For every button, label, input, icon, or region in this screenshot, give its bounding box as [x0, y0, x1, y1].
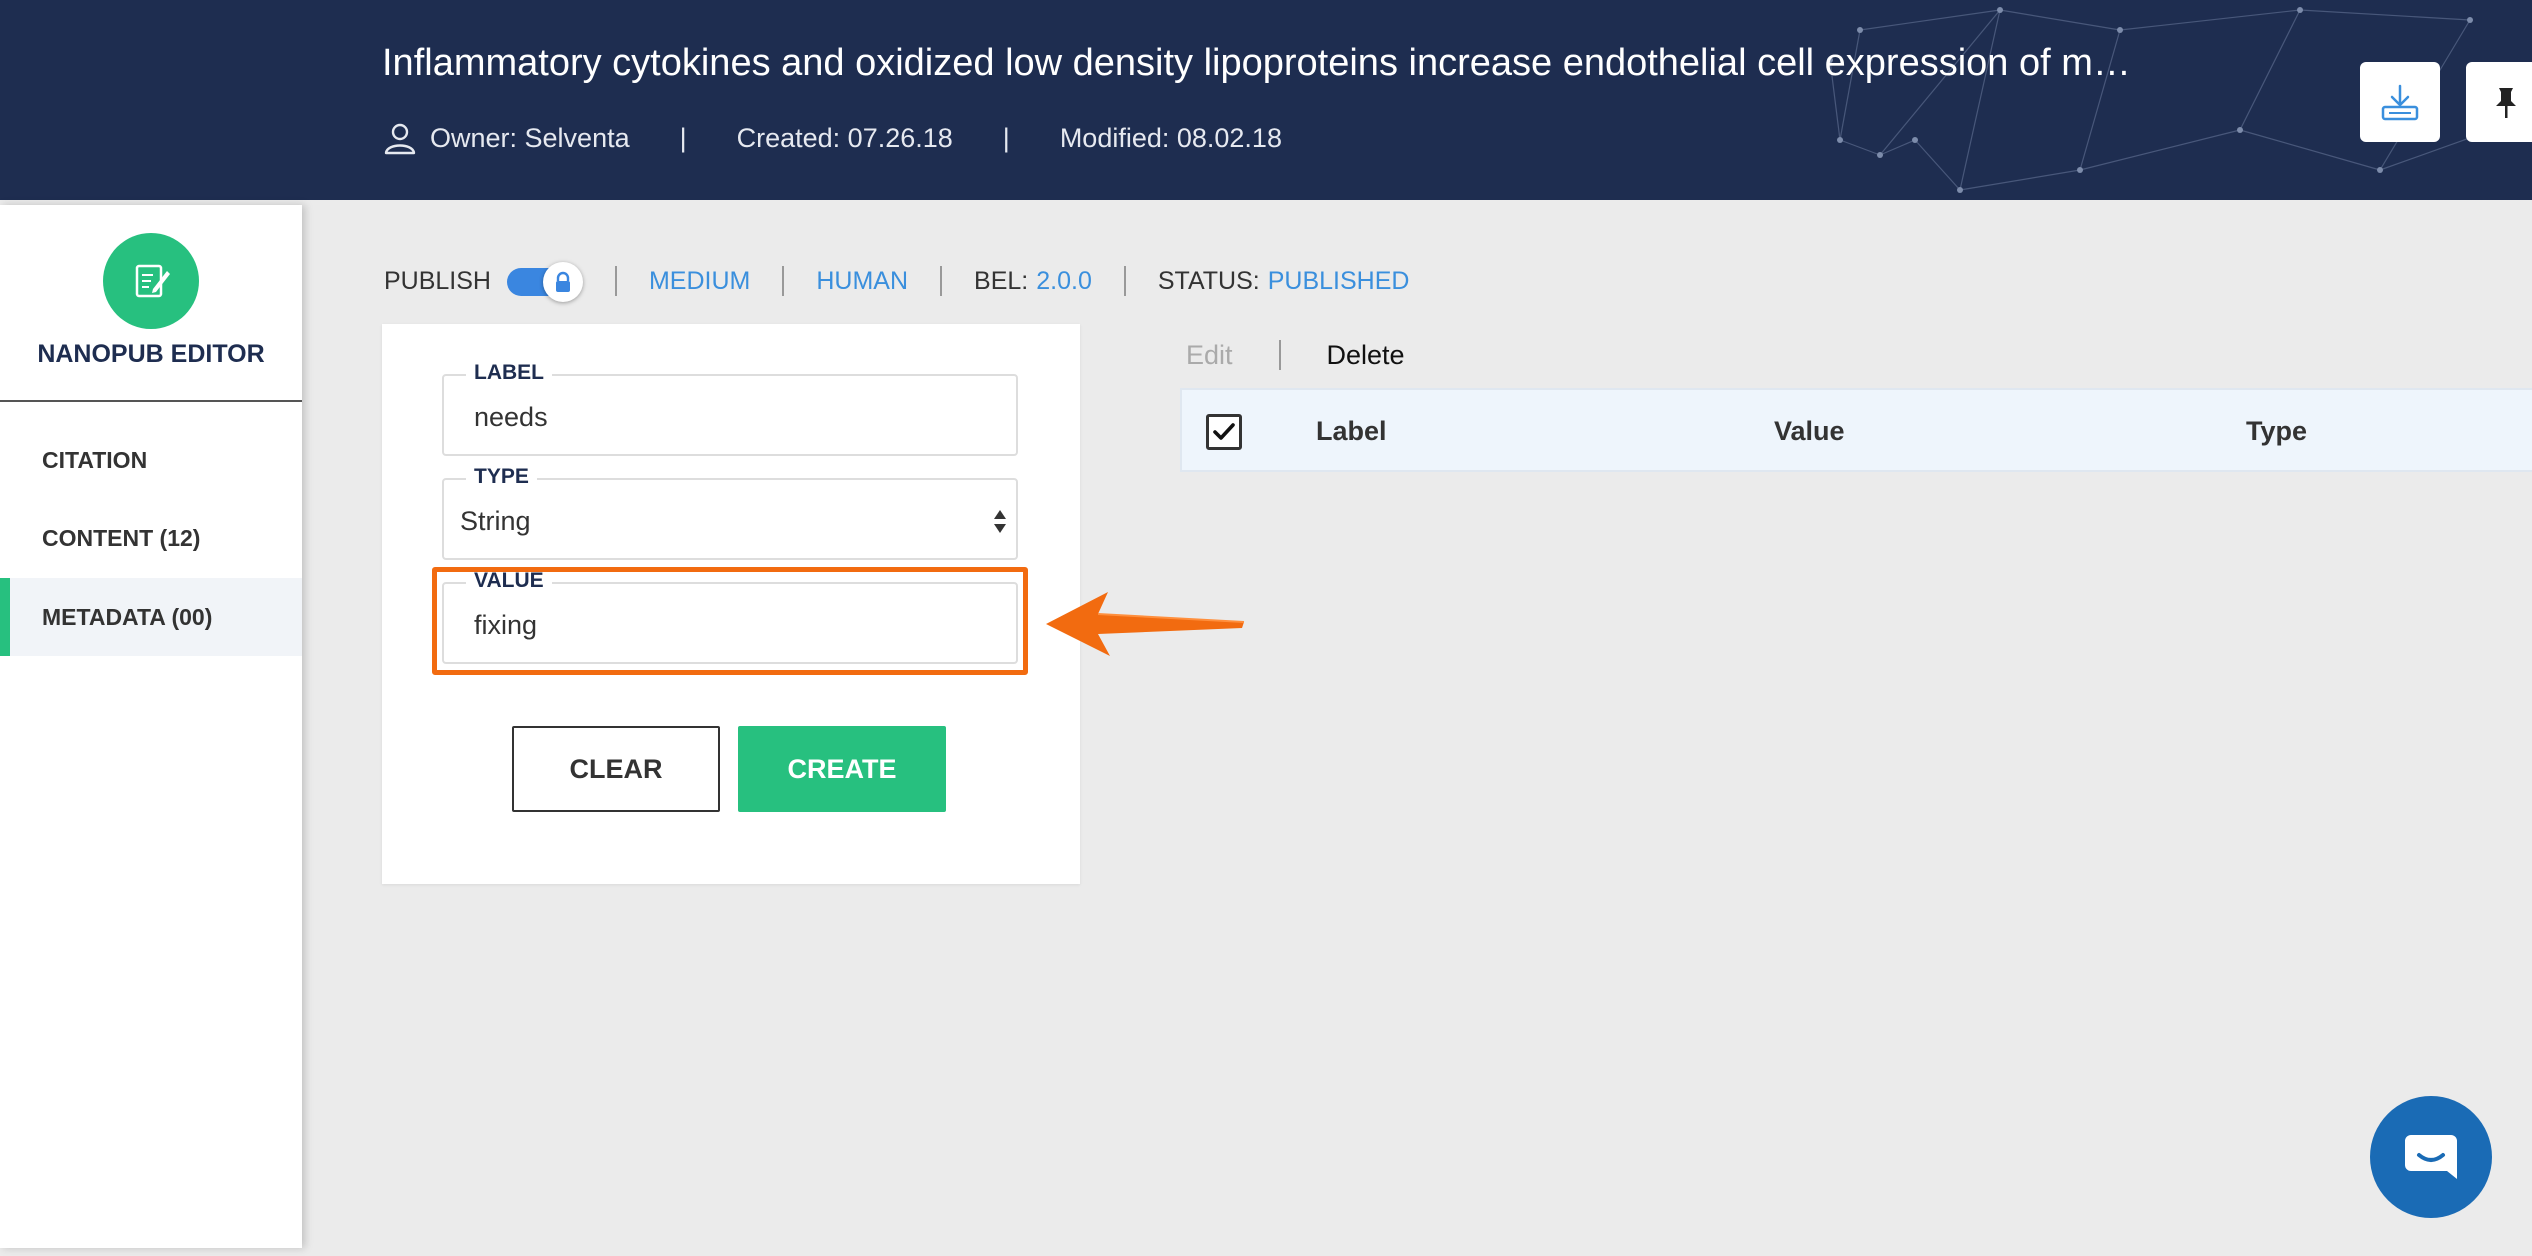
- nanopub-editor-logo: [103, 233, 199, 329]
- toolbar-separator: [940, 266, 943, 296]
- toggle-knob: [542, 262, 583, 302]
- download-button[interactable]: [2360, 62, 2440, 142]
- meta-separator: |: [679, 122, 687, 153]
- column-header-label[interactable]: Label: [1316, 416, 1387, 447]
- sidebar-item-metadata[interactable]: METADATA (00): [0, 578, 302, 656]
- toolbar-separator: [1123, 266, 1126, 296]
- edit-document-icon: [135, 264, 170, 298]
- medium-link[interactable]: MEDIUM: [649, 267, 750, 296]
- pin-icon: [2496, 88, 2516, 118]
- created-date: Created: 07.26.18: [736, 122, 953, 153]
- edit-button[interactable]: Edit: [1186, 340, 1233, 371]
- metadata-table-header: Label Value Type: [1180, 388, 2532, 472]
- sidebar-divider: [0, 400, 302, 402]
- pin-button[interactable]: [2466, 62, 2532, 142]
- metadata-form-card: LABEL needs TYPE String VALUE fixing CLE…: [382, 324, 1080, 884]
- sidebar-title: NANOPUB EDITOR: [37, 340, 265, 368]
- type-selected-value[interactable]: String: [460, 506, 531, 537]
- modified-date: Modified: 08.02.18: [1059, 122, 1282, 153]
- clear-button[interactable]: CLEAR: [512, 726, 720, 812]
- column-header-type[interactable]: Type: [2246, 416, 2307, 447]
- sidebar-item-citation[interactable]: CITATION: [0, 421, 302, 499]
- publish-toggle[interactable]: [506, 262, 583, 302]
- chat-widget-button[interactable]: [2370, 1096, 2492, 1218]
- sidebar-item-label: METADATA (00): [42, 603, 213, 630]
- publish-label: PUBLISH: [384, 266, 491, 295]
- sidebar-item-label: CITATION: [42, 446, 148, 473]
- column-header-value[interactable]: Value: [1774, 416, 1845, 447]
- actions-separator: [1278, 340, 1281, 370]
- type-field-legend: TYPE: [466, 465, 537, 489]
- user-icon: [384, 123, 416, 155]
- type-select[interactable]: TYPE String: [442, 465, 1018, 560]
- lock-icon: [555, 271, 570, 292]
- status-value: PUBLISHED: [1267, 266, 1410, 295]
- value-field-highlight: [432, 567, 1028, 675]
- label-field-legend: LABEL: [466, 361, 552, 385]
- sidebar-item-label: CONTENT (12): [42, 524, 201, 551]
- sidebar-item-content[interactable]: CONTENT (12): [0, 499, 302, 577]
- callout-arrow-annotation: [1046, 592, 1245, 656]
- label-input[interactable]: needs: [474, 402, 548, 433]
- select-arrows-icon: [994, 510, 1006, 533]
- page-title: Inflammatory cytokines and oxidized low …: [382, 42, 2131, 84]
- toolbar-separator: [782, 266, 785, 296]
- create-button[interactable]: CREATE: [738, 726, 946, 812]
- bel-label: BEL:: [974, 266, 1029, 295]
- bel-version[interactable]: 2.0.0: [1036, 267, 1092, 296]
- header-meta: Owner: Selventa | Created: 07.26.18 | Mo…: [382, 118, 1282, 158]
- sidebar: NANOPUB EDITOR CITATION CONTENT (12) MET…: [0, 205, 302, 1248]
- meta-separator: |: [1002, 122, 1010, 153]
- human-link[interactable]: HUMAN: [816, 267, 908, 296]
- owner-text: Owner: Selventa: [430, 122, 630, 153]
- select-all-checkbox[interactable]: [1206, 414, 1242, 450]
- nanopub-toolbar: PUBLISH MEDIUM HUMAN BEL: 2.0.0 STATUS: …: [384, 258, 1409, 304]
- delete-button[interactable]: Delete: [1327, 340, 1405, 371]
- checkmark-icon: [1213, 423, 1235, 440]
- status-label: STATUS:: [1157, 266, 1260, 295]
- table-actions: Edit Delete: [1186, 337, 1405, 373]
- toolbar-separator: [614, 266, 617, 296]
- download-icon: [2381, 84, 2419, 121]
- chat-icon: [2405, 1135, 2457, 1179]
- header-bar: Inflammatory cytokines and oxidized low …: [0, 0, 2532, 200]
- label-field[interactable]: LABEL needs: [442, 361, 1018, 456]
